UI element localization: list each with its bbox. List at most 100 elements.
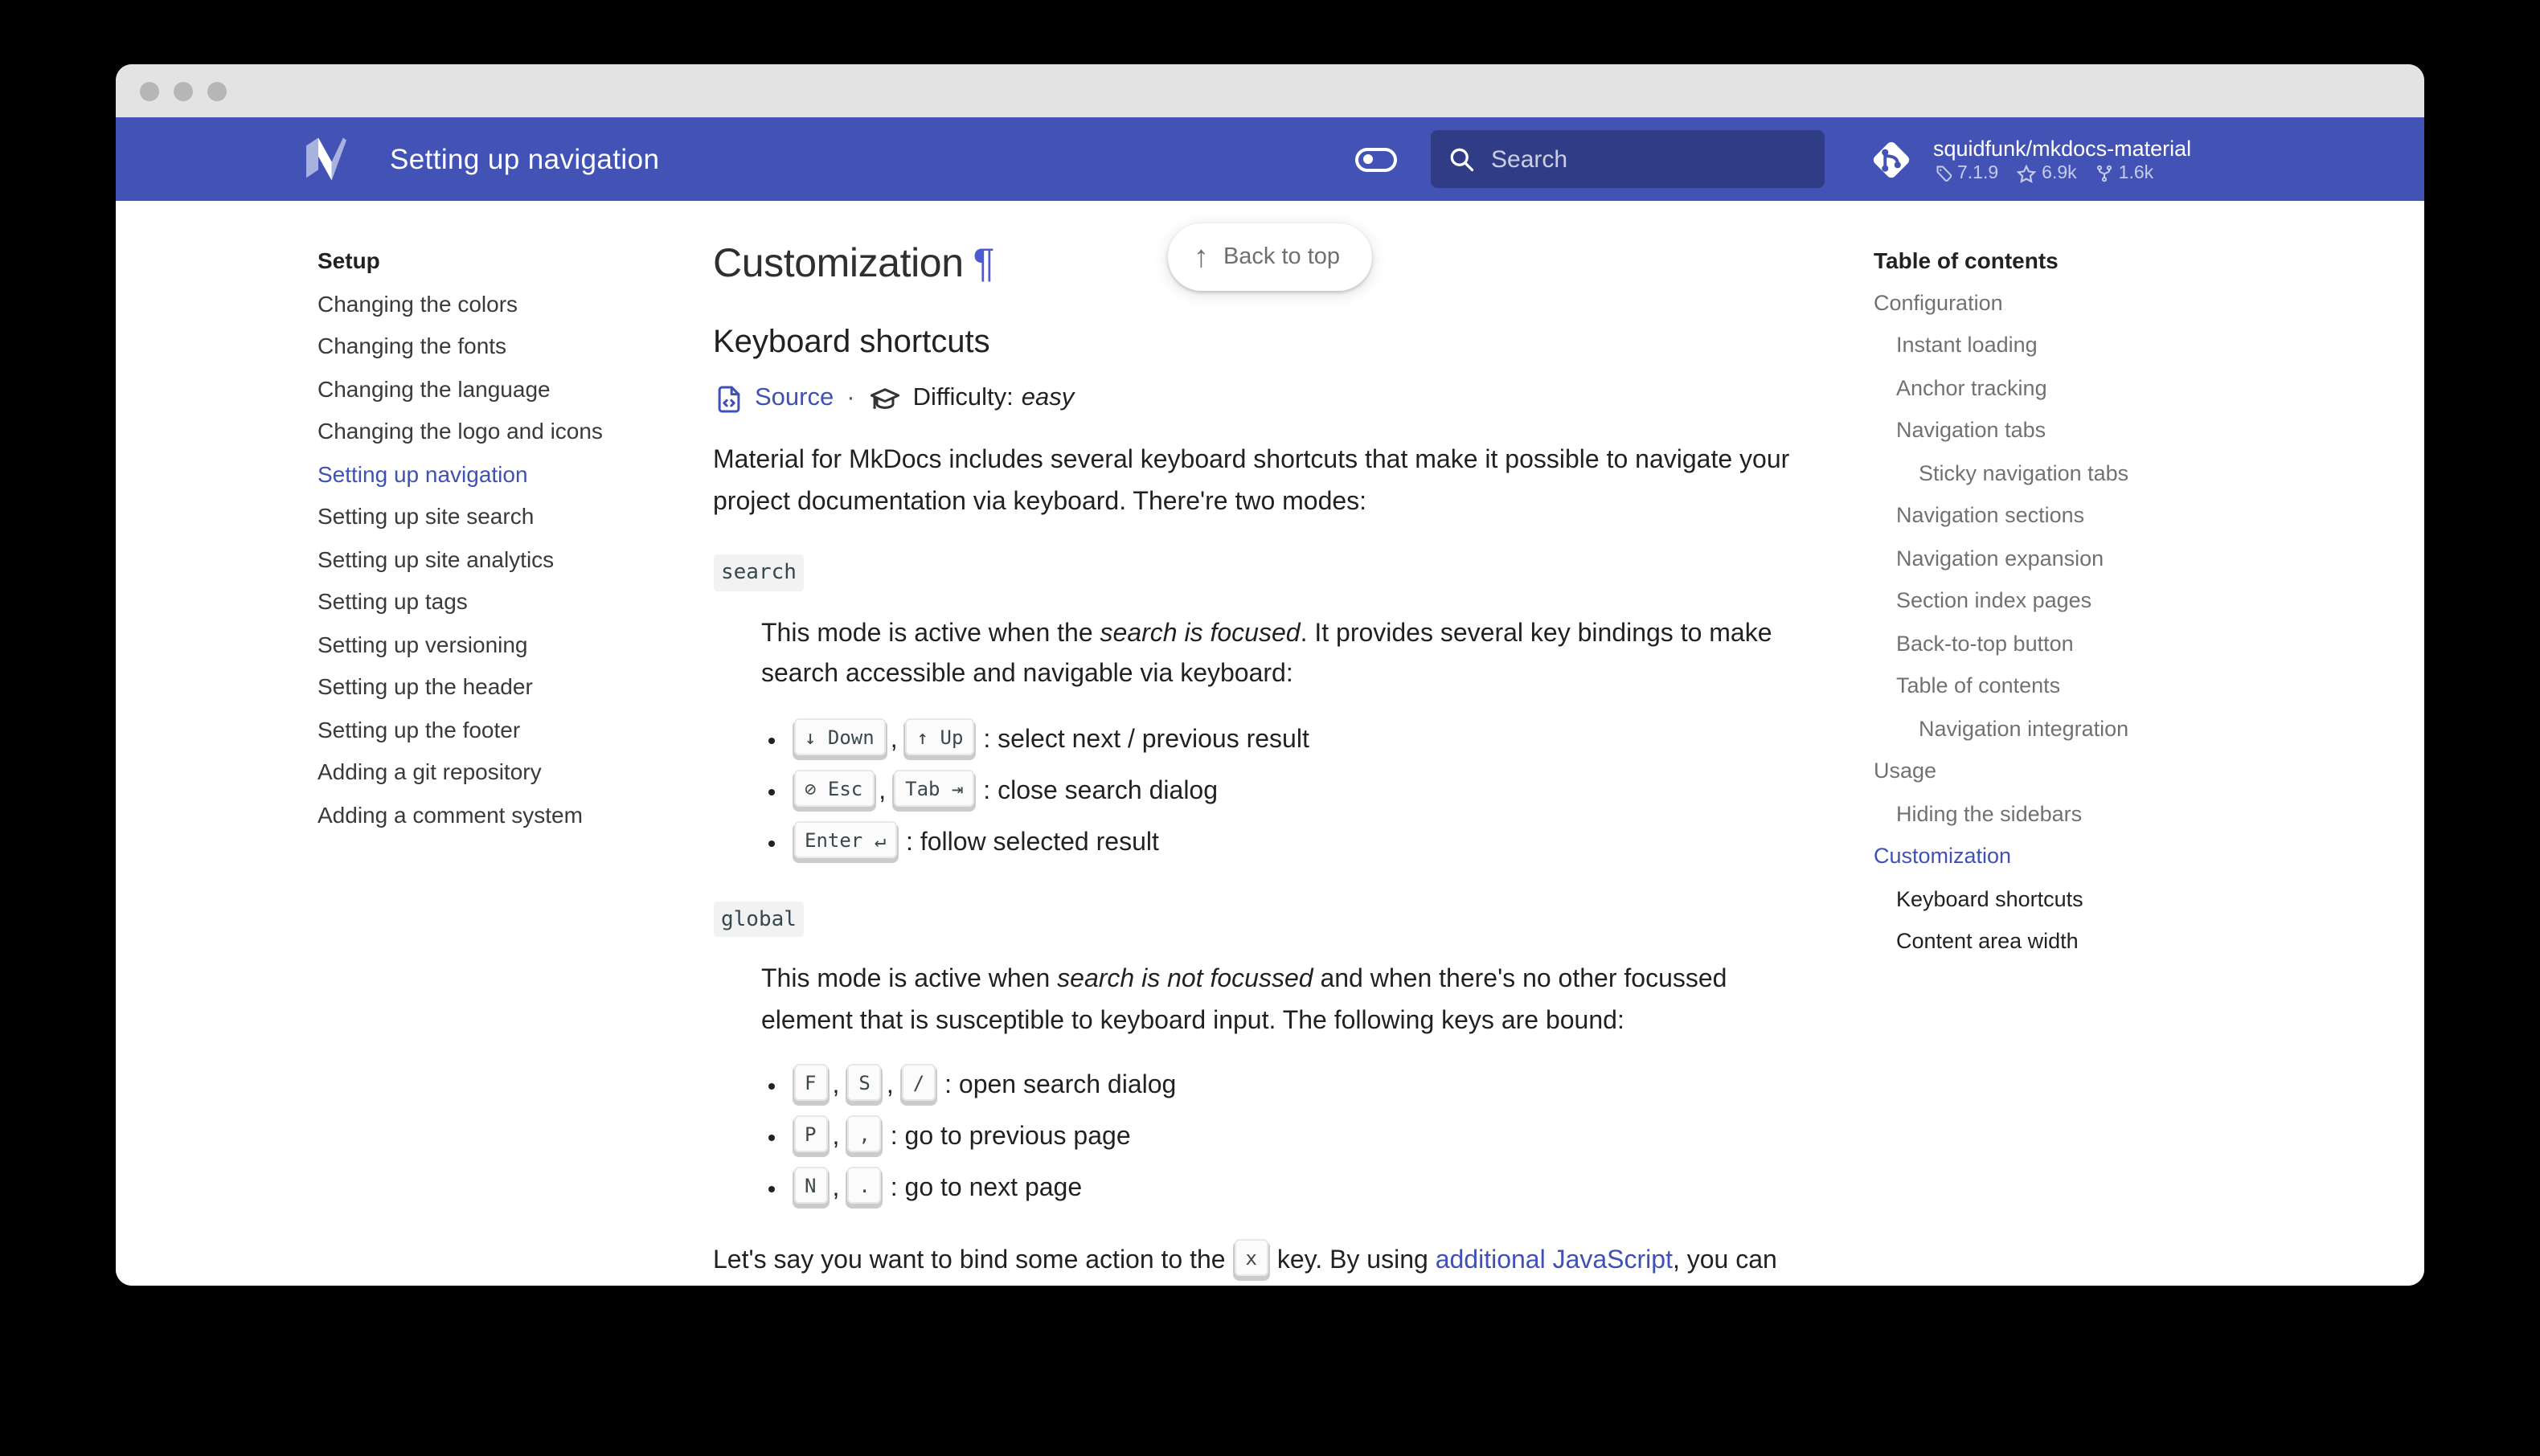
mode-description: This mode is active when the search is f…	[761, 620, 1772, 689]
search-input[interactable]	[1491, 145, 1808, 173]
fork-icon	[2096, 165, 2112, 182]
additional-javascript-link[interactable]: additional JavaScript	[1436, 1247, 1673, 1274]
mode-code-badge: search	[713, 554, 805, 591]
stage: Setting up navigation Search squidfunk/m…	[0, 0, 2540, 1456]
header-page-title: Setting up navigation	[390, 142, 660, 174]
keyboard-key: x	[1234, 1239, 1268, 1277]
file-code-icon	[713, 383, 744, 414]
mode-code-badge: global	[713, 901, 805, 938]
toc-item[interactable]: Table of contents	[1874, 665, 2239, 708]
repo-name: squidfunk/mkdocs-material	[1933, 136, 2192, 160]
keyboard-key: ↑ Up	[905, 718, 975, 755]
difficulty-value: easy	[1021, 384, 1075, 411]
nav-sidebar: Setup Changing the colors Changing the fo…	[301, 239, 700, 1282]
graduation-cap-icon	[868, 382, 902, 415]
sidebar-item[interactable]: Changing the fonts	[318, 325, 700, 367]
sidebar-item[interactable]: Setting up site analytics	[318, 538, 700, 580]
key-binding-item: N,. : go to next page	[792, 1164, 1795, 1215]
toc-item[interactable]: Sticky navigation tabs	[1874, 452, 2239, 495]
sidebar-item[interactable]: Changing the logo and icons	[318, 410, 700, 452]
git-repo-icon	[1864, 133, 1917, 186]
repo-forks: 1.6k	[2118, 164, 2154, 183]
sidebar-item[interactable]: Changing the language	[318, 367, 700, 410]
outro-paragraph: Let's say you want to bind some action t…	[713, 1239, 1795, 1282]
intro-paragraph: Material for MkDocs includes several key…	[713, 447, 1790, 515]
toc-item[interactable]: Keyboard shortcuts	[1874, 878, 2239, 921]
window-control-minimize[interactable]	[174, 81, 193, 100]
toc-item[interactable]: Content area width	[1874, 921, 2239, 963]
toc-item[interactable]: Customization	[1874, 836, 2239, 878]
sidebar-item[interactable]: Setting up the footer	[318, 708, 700, 750]
repo-link[interactable]: squidfunk/mkdocs-material 7.1.9 6.9k 1.6…	[1864, 133, 2239, 186]
page-heading-text: Customization	[713, 241, 964, 286]
toc-item[interactable]: Hiding the sidebars	[1874, 793, 2239, 836]
sidebar-item[interactable]: Adding a git repository	[318, 750, 700, 793]
keyboard-key: ⊘ Esc	[793, 769, 875, 807]
meta-separator: ·	[846, 384, 855, 411]
keyboard-key: Tab ⇥	[894, 769, 975, 807]
toc-item[interactable]: Section index pages	[1874, 580, 2239, 623]
app-header: Setting up navigation Search squidfunk/m…	[116, 117, 2424, 201]
search-box[interactable]	[1430, 130, 1824, 188]
mode-description-block: This mode is active when search is not f…	[761, 959, 1795, 1215]
back-to-top-label: Back to top	[1223, 244, 1341, 270]
toc-item[interactable]: Back-to-top button	[1874, 623, 2239, 665]
toc-item[interactable]: Usage	[1874, 750, 2239, 793]
sidebar-item[interactable]: Setting up the header	[318, 665, 700, 708]
keyboard-key: P	[793, 1115, 828, 1153]
key-binding-item: ⊘ Esc,Tab ⇥ : close search dialog	[792, 766, 1795, 817]
source-link[interactable]: Source	[755, 384, 834, 413]
keyboard-key: N	[793, 1167, 828, 1204]
main-article: Customization ¶ Keyboard shortcuts Source…	[700, 239, 1853, 1282]
heading-anchor-pilcrow[interactable]: ¶	[973, 241, 995, 286]
search-icon	[1449, 148, 1473, 172]
toc-item[interactable]: Anchor tracking	[1874, 367, 2239, 410]
toc-sidebar: Table of contents Configuration Instant l…	[1853, 239, 2239, 1282]
toc-item[interactable]: Instant loading	[1874, 325, 2239, 367]
section-heading: Keyboard shortcuts	[713, 325, 990, 360]
sidebar-item[interactable]: Adding a comment system	[318, 793, 700, 836]
toc-item[interactable]: Configuration	[1874, 282, 2239, 325]
sidebar-item[interactable]: Changing the colors	[318, 282, 700, 325]
window-titlebar	[116, 64, 2424, 117]
repo-stats: 7.1.9 6.9k 1.6k	[1933, 163, 2191, 184]
repo-stars: 6.9k	[2042, 164, 2077, 183]
key-binding-item: P,, : go to previous page	[792, 1112, 1795, 1164]
mode-description: This mode is active when search is not f…	[761, 966, 1727, 1035]
sidebar-item[interactable]: Setting up navigation	[318, 452, 700, 495]
difficulty-label: Difficulty:	[912, 384, 1014, 411]
toc-item[interactable]: Navigation sections	[1874, 495, 2239, 538]
window-control-close[interactable]	[140, 81, 159, 100]
key-binding-item: F,S,/ : open search dialog	[792, 1061, 1795, 1112]
window-control-maximize[interactable]	[207, 81, 227, 100]
source-meta-line: Source · Difficulty: easy	[713, 382, 1795, 415]
back-to-top-button[interactable]: ↑ Back to top	[1167, 223, 1373, 291]
theme-toggle-icon[interactable]	[1354, 147, 1396, 171]
toc-title: Table of contents	[1874, 247, 2059, 273]
key-bindings-list: ↓ Down,↑ Up : select next / previous res…	[792, 714, 1795, 869]
mode-description-block: This mode is active when the search is f…	[761, 613, 1795, 869]
page-content: Setup Changing the colors Changing the fo…	[116, 201, 2424, 1286]
keyboard-key: .	[847, 1167, 882, 1204]
sidebar-item[interactable]: Setting up versioning	[318, 623, 700, 665]
arrow-up-icon: ↑	[1193, 240, 1209, 274]
sidebar-list: Changing the colors Changing the fonts Cha…	[318, 282, 700, 836]
keyboard-key: F	[793, 1064, 828, 1102]
keyboard-key: /	[901, 1064, 936, 1102]
mkdocs-material-logo-icon[interactable]	[301, 135, 350, 183]
sidebar-item[interactable]: Setting up tags	[318, 580, 700, 623]
toc-item[interactable]: Navigation tabs	[1874, 410, 2239, 452]
star-icon	[2016, 163, 2037, 182]
modes-section: search This mode is active when the searc…	[713, 522, 1795, 1215]
toc-item[interactable]: Navigation expansion	[1874, 538, 2239, 580]
sidebar-item[interactable]: Setting up site search	[318, 495, 700, 538]
keyboard-key: S	[847, 1064, 882, 1102]
key-binding-item: ↓ Down,↑ Up : select next / previous res…	[792, 714, 1795, 766]
keyboard-key: Enter ↵	[793, 820, 898, 858]
sidebar-section-label: Setup	[318, 247, 380, 273]
toc-item[interactable]: Navigation integration	[1874, 708, 2239, 750]
tag-version-icon	[1936, 166, 1952, 182]
keyboard-key: ,	[847, 1115, 882, 1153]
key-binding-item: Enter ↵ : follow selected result	[792, 817, 1795, 869]
keyboard-key: ↓ Down	[793, 718, 886, 755]
